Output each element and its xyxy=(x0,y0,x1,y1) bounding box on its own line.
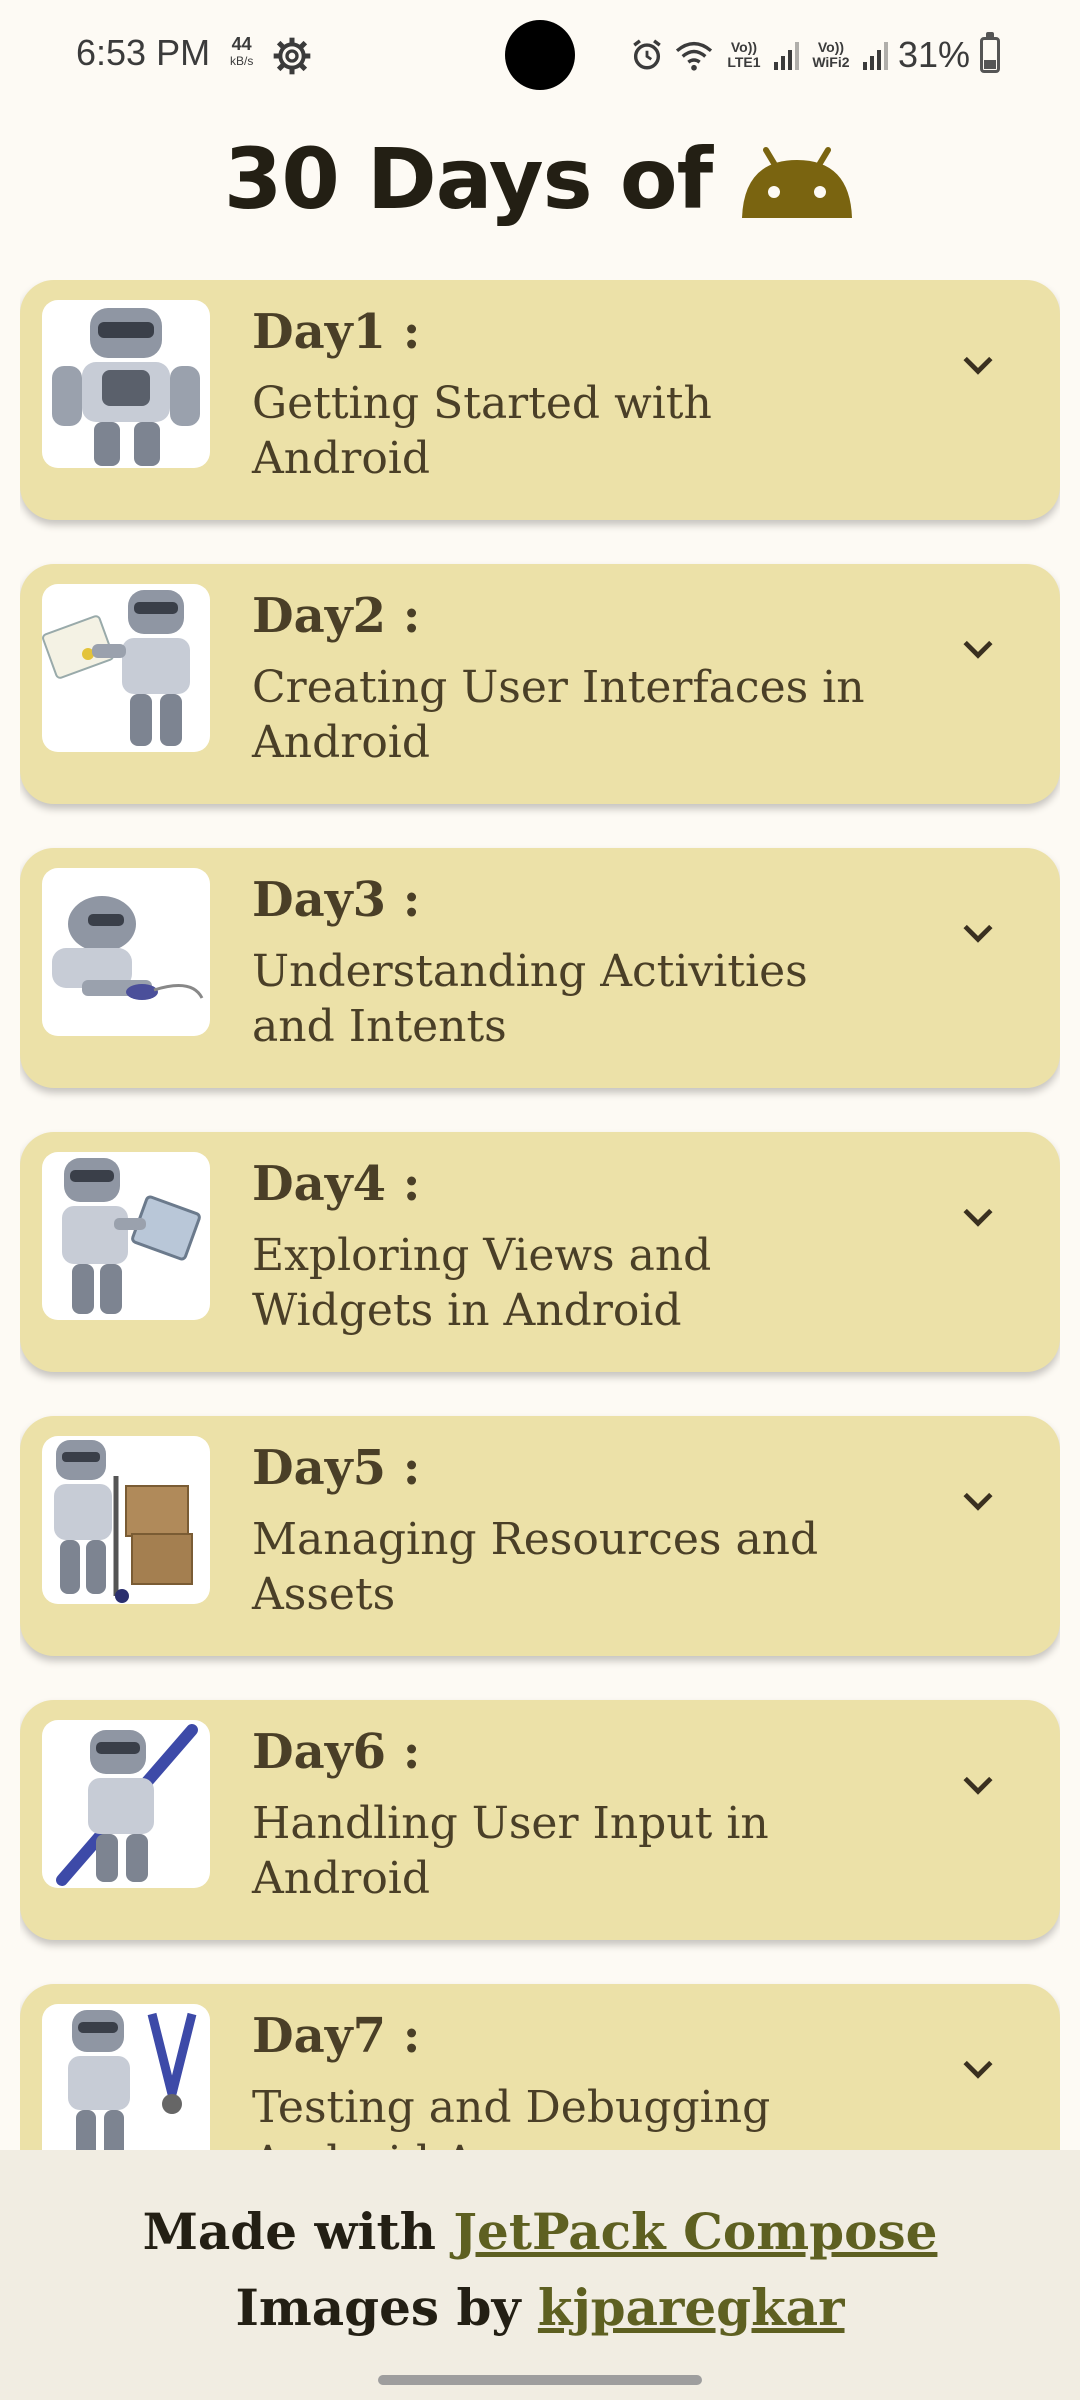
status-bar: 6:53 PM 44 kB/s Vo)) LTE1 Vo)) WiFi2 31% xyxy=(0,0,1080,110)
day-title: Managing Resources and Assets xyxy=(252,1514,819,1620)
expand-chevron-icon[interactable] xyxy=(956,1194,1000,1238)
settings-gear-icon xyxy=(273,37,311,75)
day-title: Exploring Views and Widgets in Android xyxy=(252,1230,712,1336)
app-title-text: 30 Days of xyxy=(223,130,713,228)
day-card[interactable]: Day1 : Getting Started with Android xyxy=(20,280,1060,520)
day-title: Testing and Debugging Android A... xyxy=(252,2082,771,2150)
android-icon xyxy=(742,147,853,218)
day-card[interactable]: Day4 : Exploring Views and Widgets in An… xyxy=(20,1132,1060,1372)
expand-chevron-icon[interactable] xyxy=(956,2046,1000,2090)
day-title: Getting Started with Android xyxy=(252,378,712,484)
expand-chevron-icon[interactable] xyxy=(956,342,1000,386)
home-gesture-handle[interactable] xyxy=(378,2375,702,2385)
status-time: 6:53 PM xyxy=(76,32,211,73)
expand-chevron-icon[interactable] xyxy=(956,1762,1000,1806)
robot-image xyxy=(42,868,210,1036)
robot-image xyxy=(42,1436,210,1604)
wifi-icon xyxy=(675,41,713,71)
gesture-nav-bar xyxy=(0,2360,1080,2400)
alarm-icon xyxy=(633,39,661,70)
robot-image xyxy=(42,1720,210,1888)
jetpack-compose-link[interactable]: JetPack Compose xyxy=(453,2202,937,2261)
day-card[interactable]: Day6 : Handling User Input in Android xyxy=(20,1700,1060,1940)
robot-image xyxy=(42,300,210,468)
footer-images-by-text: Images by xyxy=(235,2278,538,2337)
footer-line-images: Images by kjparegkar xyxy=(0,2270,1080,2346)
day-card[interactable]: Day3 : Understanding Activities and Inte… xyxy=(20,848,1060,1088)
day-label: Day3 : xyxy=(252,872,421,928)
day-title: Understanding Activities and Intents xyxy=(252,946,808,1052)
day-card[interactable]: Day2 : Creating User Interfaces in Andro… xyxy=(20,564,1060,804)
robot-image xyxy=(42,2004,210,2150)
expand-chevron-icon[interactable] xyxy=(956,1478,1000,1522)
expand-chevron-icon[interactable] xyxy=(956,910,1000,954)
camera-cutout xyxy=(505,20,575,90)
kjparegkar-link[interactable]: kjparegkar xyxy=(538,2278,845,2337)
app-title: 30 Days of xyxy=(0,130,1080,228)
day-label: Day2 : xyxy=(252,588,421,644)
battery-percent: 31% xyxy=(897,34,970,75)
footer: Made with JetPack Compose Images by kjpa… xyxy=(0,2150,1080,2360)
day-label: Day1 : xyxy=(252,304,421,360)
sim1-label: Vo)) LTE1 xyxy=(727,39,761,70)
footer-line-compose: Made with JetPack Compose xyxy=(0,2194,1080,2270)
signal-bars-icon xyxy=(862,40,888,70)
status-icons: Vo)) LTE1 Vo)) WiFi2 31% xyxy=(630,30,1000,80)
day-label: Day6 : xyxy=(252,1724,421,1780)
robot-image xyxy=(42,1152,210,1320)
day-card[interactable]: Day7 : Testing and Debugging Android A..… xyxy=(20,1984,1060,2150)
signal-bars-icon xyxy=(773,40,799,70)
day-card[interactable]: Day5 : Managing Resources and Assets xyxy=(20,1416,1060,1656)
expand-chevron-icon[interactable] xyxy=(956,626,1000,670)
days-list[interactable]: Day1 : Getting Started with Android Day2… xyxy=(20,280,1060,2150)
day-title: Handling User Input in Android xyxy=(252,1798,769,1904)
network-speed: 44 kB/s xyxy=(230,34,254,68)
day-label: Day7 : xyxy=(252,2008,421,2064)
day-title: Creating User Interfaces in Android xyxy=(252,662,865,768)
day-label: Day5 : xyxy=(252,1440,421,1496)
sim2-label: Vo)) WiFi2 xyxy=(812,39,850,70)
day-label: Day4 : xyxy=(252,1156,421,1212)
battery-icon xyxy=(980,32,1000,73)
robot-image xyxy=(42,584,210,752)
footer-made-with-text: Made with xyxy=(142,2202,454,2261)
